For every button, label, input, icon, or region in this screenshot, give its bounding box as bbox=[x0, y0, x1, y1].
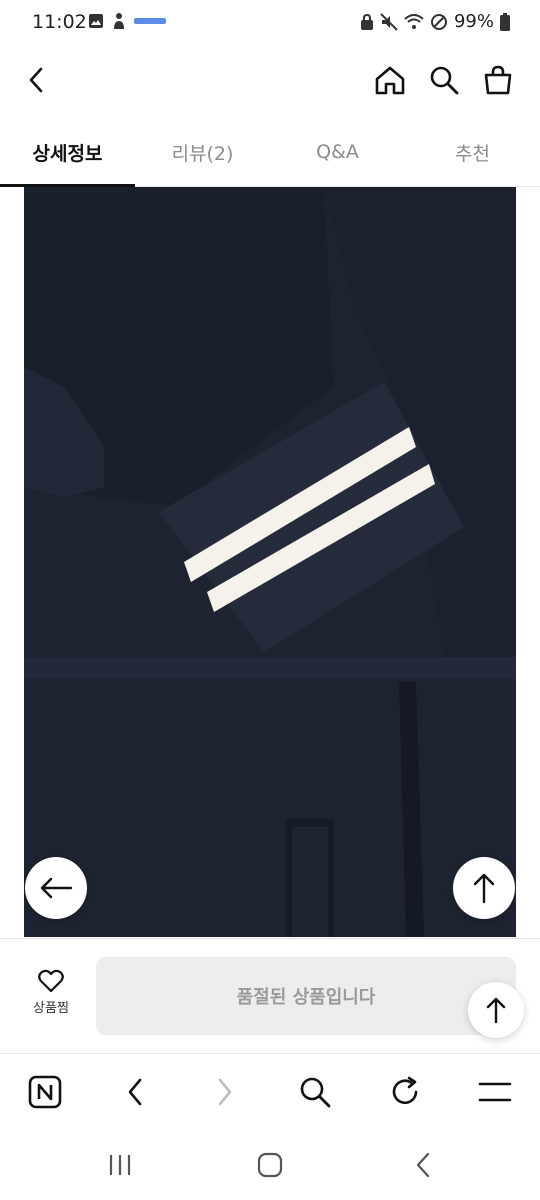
no-disturb-icon bbox=[430, 13, 447, 30]
arrow-left-icon bbox=[40, 877, 73, 899]
back-icon bbox=[416, 1152, 430, 1178]
tab-qna[interactable]: Q&A bbox=[270, 118, 405, 186]
refresh-icon bbox=[392, 1076, 418, 1105]
tab-details-label: 상세정보 bbox=[32, 142, 103, 165]
status-bar: 11:02 99% bbox=[0, 0, 540, 48]
app-badge-icon bbox=[134, 18, 166, 24]
tab-reviews[interactable]: 리뷰(2) bbox=[135, 118, 270, 186]
home-button[interactable] bbox=[370, 60, 410, 100]
status-time: 11:02 bbox=[32, 11, 87, 33]
mute-icon bbox=[380, 12, 398, 31]
status-notification-icons bbox=[88, 12, 166, 30]
soldout-label: 품절된 상품입니다 bbox=[236, 987, 376, 1008]
system-back-button[interactable] bbox=[403, 1147, 443, 1183]
system-navigation-bar bbox=[0, 1129, 540, 1200]
home-icon bbox=[375, 66, 405, 95]
heart-icon bbox=[38, 969, 64, 993]
browser-forward-button[interactable] bbox=[203, 1070, 247, 1114]
search-icon bbox=[430, 66, 459, 95]
lock-icon bbox=[360, 13, 373, 30]
browser-search-button[interactable] bbox=[293, 1070, 337, 1114]
browser-menu-button[interactable] bbox=[473, 1070, 517, 1114]
browser-toolbar bbox=[0, 1053, 540, 1130]
arrow-up-icon bbox=[473, 873, 495, 904]
bottom-action-bar: 상품찜 품절된 상품입니다 bbox=[0, 938, 540, 1054]
forward-icon bbox=[218, 1078, 232, 1106]
tab-reviews-label: 리뷰(2) bbox=[171, 142, 234, 165]
browser-back-button[interactable] bbox=[113, 1070, 157, 1114]
product-tabs: 상세정보 리뷰(2) Q&A 추천 bbox=[0, 118, 540, 187]
tab-qna-label: Q&A bbox=[316, 141, 359, 163]
scroll-top-button-2[interactable] bbox=[468, 982, 524, 1038]
back-icon bbox=[29, 67, 43, 93]
search-button[interactable] bbox=[424, 60, 464, 100]
tab-recommend[interactable]: 추천 bbox=[405, 118, 540, 186]
back-button[interactable] bbox=[16, 60, 56, 100]
recents-icon bbox=[109, 1155, 131, 1175]
wish-button[interactable]: 상품찜 bbox=[22, 969, 80, 1016]
home-icon bbox=[257, 1152, 283, 1178]
tab-details[interactable]: 상세정보 bbox=[0, 118, 135, 187]
tab-recommend-label: 추천 bbox=[455, 142, 490, 165]
cart-icon bbox=[484, 65, 512, 95]
scroll-top-button[interactable] bbox=[453, 857, 515, 919]
soldout-button: 품절된 상품입니다 bbox=[96, 957, 516, 1035]
back-icon bbox=[128, 1078, 142, 1106]
wish-label: 상품찜 bbox=[33, 1001, 69, 1016]
search-icon bbox=[300, 1077, 331, 1108]
prev-image-button[interactable] bbox=[25, 857, 87, 919]
menu-icon bbox=[478, 1082, 512, 1102]
browser-refresh-button[interactable] bbox=[383, 1070, 427, 1114]
system-home-button[interactable] bbox=[250, 1147, 290, 1183]
battery-percent: 99% bbox=[453, 11, 494, 32]
battery-icon bbox=[500, 12, 510, 31]
navy-knit-sleeve-illustration bbox=[24, 187, 516, 937]
naver-home-button[interactable] bbox=[23, 1070, 67, 1114]
app-header bbox=[0, 48, 540, 110]
naver-n-icon bbox=[28, 1075, 62, 1109]
arrow-up-icon bbox=[486, 997, 506, 1024]
recents-button[interactable] bbox=[100, 1147, 140, 1183]
cart-button[interactable] bbox=[478, 60, 518, 100]
product-detail-image bbox=[24, 187, 516, 937]
wifi-icon bbox=[404, 13, 424, 29]
status-system-icons: 99% bbox=[360, 11, 510, 32]
person-icon bbox=[114, 13, 124, 29]
gallery-icon bbox=[89, 14, 103, 28]
